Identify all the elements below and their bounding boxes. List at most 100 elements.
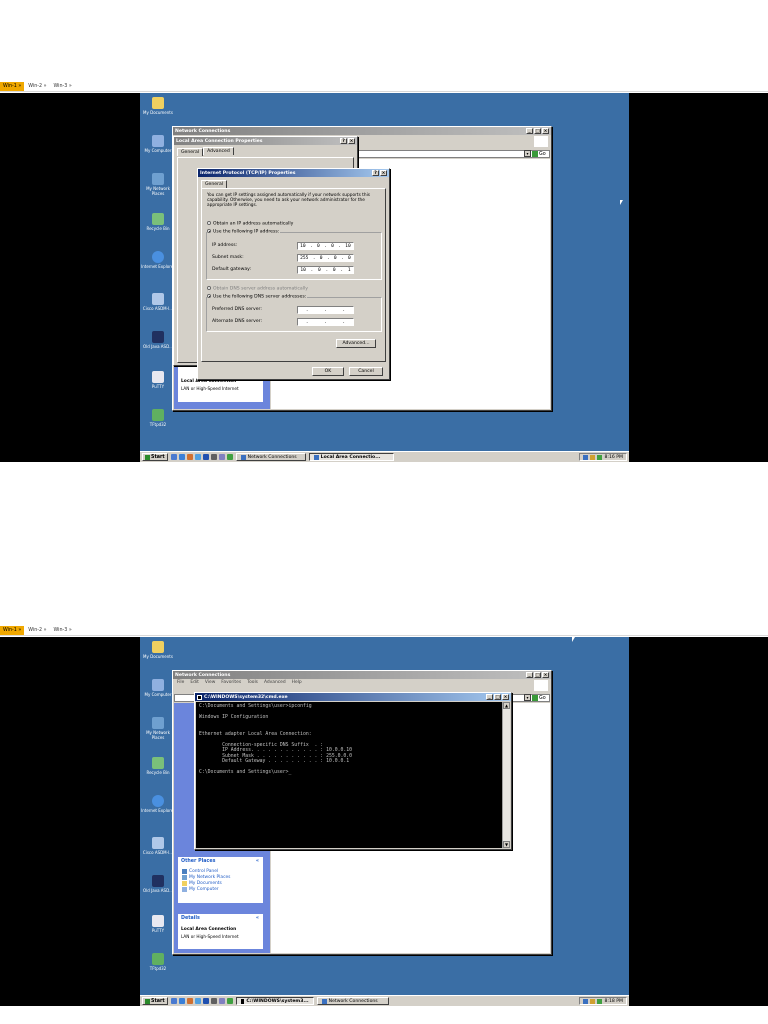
taskbar-item-network-connections[interactable]: Network Connections xyxy=(235,453,306,461)
link-my-network-places[interactable]: My Network Places xyxy=(182,874,230,880)
link-my-computer[interactable]: My Computer xyxy=(182,886,230,892)
close-button[interactable]: × xyxy=(542,672,549,678)
radio-use-dns[interactable]: Use the following DNS server addresses: xyxy=(207,294,308,300)
console-scrollbar[interactable]: ▲ ▼ xyxy=(502,702,510,848)
help-button[interactable]: ? xyxy=(372,170,379,176)
desktop-icon-recycle-bin[interactable]: Recycle Bin xyxy=(140,757,176,775)
minimize-button[interactable]: _ xyxy=(486,694,493,700)
desktop-icon-asdm[interactable]: Cisco ASDM-I... xyxy=(140,837,176,855)
radio-obtain-ip[interactable]: Obtain an IP address automatically xyxy=(207,221,293,227)
desktop-icon-network-places[interactable]: My Network Places xyxy=(140,173,176,196)
menu-help[interactable]: Help xyxy=(292,680,302,685)
go-button[interactable]: Go xyxy=(532,694,548,702)
kvm-tab-win3[interactable]: Win-3 » xyxy=(51,626,75,635)
desktop-icon-ie[interactable]: Internet Explorer xyxy=(140,795,176,813)
other-places-header[interactable]: Other Places « xyxy=(178,857,263,865)
desktop-icon-java-asdm[interactable]: Old Java ASD... xyxy=(140,331,176,349)
minimize-button[interactable]: _ xyxy=(526,672,533,678)
kvm-tab-win1[interactable]: Win-1 » xyxy=(0,82,25,91)
app-icon[interactable] xyxy=(218,454,225,460)
maximize-button[interactable]: □ xyxy=(494,694,501,700)
desktop-icon-label: Cisco ASDM-I... xyxy=(142,850,174,855)
close-button[interactable]: × xyxy=(380,170,387,176)
desktop-icon-java-asdm[interactable]: Old Java ASD... xyxy=(140,875,176,893)
radio-obtain-dns[interactable]: Obtain DNS server address automatically xyxy=(207,286,308,292)
app-icon[interactable] xyxy=(202,998,209,1004)
close-button[interactable]: × xyxy=(542,128,549,134)
desktop-icon-tftpd[interactable]: TFtpd32 xyxy=(140,953,176,971)
tab-general[interactable]: General xyxy=(201,180,228,188)
taskbar-item-lac[interactable]: Local Area Connectio... xyxy=(308,453,394,461)
app-icon[interactable] xyxy=(210,454,217,460)
ie-icon[interactable] xyxy=(178,454,185,460)
app-icon[interactable] xyxy=(194,998,201,1004)
menu-favorites[interactable]: Favorites xyxy=(221,680,241,685)
start-button[interactable]: Start xyxy=(142,997,168,1005)
kvm-tab-win3[interactable]: Win-3 » xyxy=(51,82,75,91)
tray-icon[interactable] xyxy=(597,998,603,1004)
desktop-icon-network-places[interactable]: My Network Places xyxy=(140,717,176,740)
maximize-button[interactable]: □ xyxy=(534,672,541,678)
tab-general[interactable]: General xyxy=(177,148,204,156)
desktop-icon-asdm[interactable]: Cisco ASDM-I... xyxy=(140,293,176,311)
advanced-button[interactable]: Advanced... xyxy=(336,339,376,348)
menu-view[interactable]: View xyxy=(205,680,215,685)
details-header[interactable]: Details « xyxy=(178,914,263,922)
desktop-icon-ie[interactable]: Internet Explorer xyxy=(140,251,176,269)
ok-button[interactable]: OK xyxy=(312,367,344,376)
close-button[interactable]: × xyxy=(348,138,355,144)
cancel-button[interactable]: Cancel xyxy=(349,367,383,376)
desktop-icon-my-documents[interactable]: My Documents xyxy=(140,641,176,659)
taskbar-item-network-connections[interactable]: Network Connections xyxy=(316,997,389,1005)
desktop-icon-my-computer[interactable]: My Computer xyxy=(140,679,176,697)
tray-icon[interactable] xyxy=(597,454,603,460)
kvm-tab-win2[interactable]: Win-2 » xyxy=(25,626,49,635)
radio-use-ip[interactable]: Use the following IP address: xyxy=(207,229,281,235)
scroll-down-button[interactable]: ▼ xyxy=(503,841,510,848)
tab-advanced[interactable]: Advanced xyxy=(203,147,234,155)
ie-icon[interactable] xyxy=(178,998,185,1004)
alternate-dns-field[interactable]: ... xyxy=(297,318,354,326)
go-button[interactable]: Go xyxy=(532,150,548,158)
desktop-icon-my-computer[interactable]: My Computer xyxy=(140,135,176,153)
desktop-icon-putty[interactable]: PuTTY xyxy=(140,915,176,933)
scroll-up-button[interactable]: ▲ xyxy=(503,702,510,709)
address-dropdown-button[interactable]: ▾ xyxy=(524,694,531,701)
preferred-dns-field[interactable]: ... xyxy=(297,306,354,314)
kvm-tab-win1[interactable]: Win-1 » xyxy=(0,626,25,635)
kvm-tab-win2[interactable]: Win-2 » xyxy=(25,82,49,91)
menu-tools[interactable]: Tools xyxy=(247,680,258,685)
close-button[interactable]: × xyxy=(502,694,509,700)
show-desktop-icon[interactable] xyxy=(170,998,177,1004)
app-icon[interactable] xyxy=(226,998,233,1004)
address-dropdown-button[interactable]: ▾ xyxy=(524,150,531,157)
taskbar-item-cmd[interactable]: C:\WINDOWS\system3... xyxy=(235,997,314,1005)
app-icon[interactable] xyxy=(186,454,193,460)
app-icon[interactable] xyxy=(218,998,225,1004)
app-icon[interactable] xyxy=(226,454,233,460)
show-desktop-icon[interactable] xyxy=(170,454,177,460)
subnet-mask-field[interactable]: 255. 0. 0. 0 xyxy=(297,254,354,262)
console-output[interactable]: C:\Documents and Settings\user>ipconfig … xyxy=(196,702,502,848)
desktop-icon-tftpd[interactable]: TFtpd32 xyxy=(140,409,176,427)
help-button[interactable]: ? xyxy=(340,138,347,144)
tray-icon[interactable] xyxy=(590,454,596,460)
default-gateway-field[interactable]: 10. 0. 0. 1 xyxy=(297,266,354,274)
desktop-icon-my-documents[interactable]: My Documents xyxy=(140,97,176,115)
start-button[interactable]: Start xyxy=(142,453,168,461)
ip-address-field[interactable]: 10. 0. 0. 10 xyxy=(297,242,354,250)
minimize-button[interactable]: _ xyxy=(526,128,533,134)
menu-file[interactable]: File xyxy=(177,680,184,685)
app-icon[interactable] xyxy=(194,454,201,460)
menu-advanced[interactable]: Advanced xyxy=(264,680,286,685)
tray-icon[interactable] xyxy=(590,998,596,1004)
app-icon[interactable] xyxy=(202,454,209,460)
menu-edit[interactable]: Edit xyxy=(190,680,199,685)
desktop-icon-recycle-bin[interactable]: Recycle Bin xyxy=(140,213,176,231)
tray-icon[interactable] xyxy=(583,998,589,1004)
app-icon[interactable] xyxy=(210,998,217,1004)
app-icon[interactable] xyxy=(186,998,193,1004)
tray-icon[interactable] xyxy=(583,454,589,460)
desktop-icon-putty[interactable]: PuTTY xyxy=(140,371,176,389)
maximize-button[interactable]: □ xyxy=(534,128,541,134)
